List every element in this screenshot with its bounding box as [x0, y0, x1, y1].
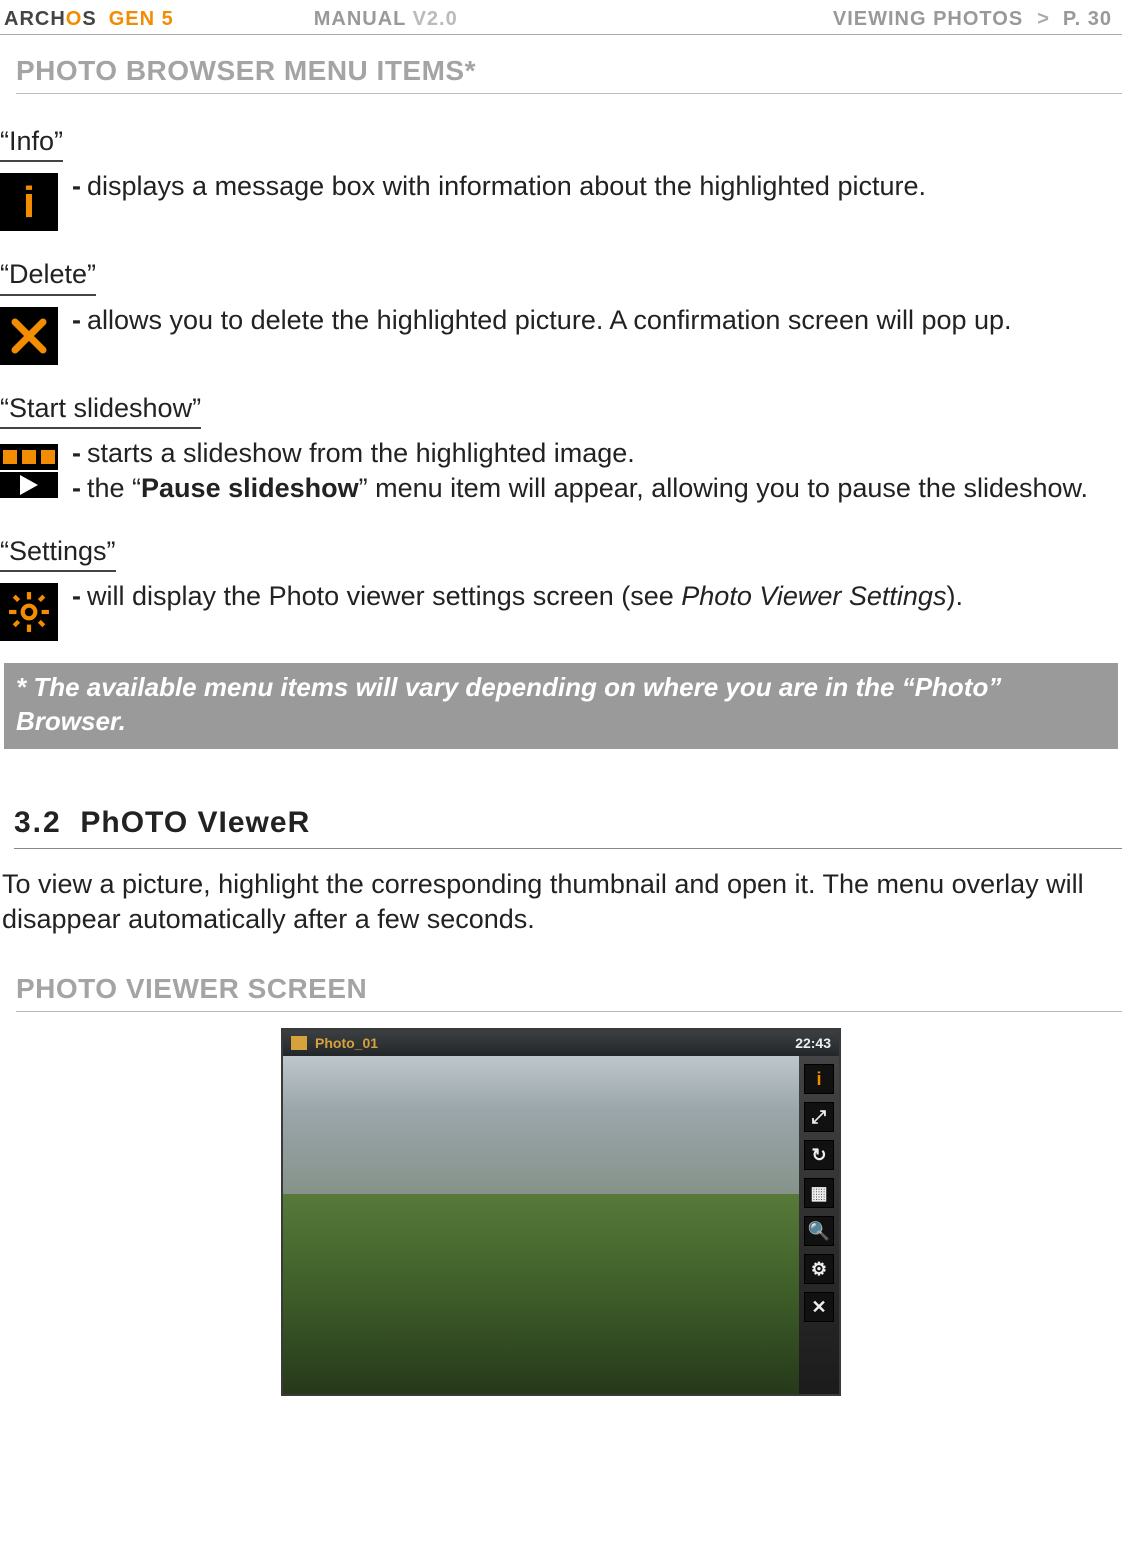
slideshow-line-1: - starts a slideshow from the highlighte…: [72, 437, 1114, 471]
delete-description: - allows you to delete the highlighted p…: [72, 304, 1122, 340]
menu-item-delete-title: “Delete”: [0, 257, 96, 295]
device-clock: 22:43: [795, 1034, 831, 1052]
page-header: ARCHOS GEN 5 MANUAL V2.0 VIEWING PHOTOS …: [0, 0, 1122, 35]
menu-item-settings-title: “Settings”: [0, 534, 116, 572]
delete-text: allows you to delete the highlighted pic…: [87, 304, 1012, 338]
slideshow-description: - starts a slideshow from the highlighte…: [72, 437, 1122, 509]
brand-logo: ARCHOS: [4, 6, 97, 32]
info-description: - displays a message box with informatio…: [72, 170, 1122, 206]
delete-line-1: - allows you to delete the highlighted p…: [72, 304, 1114, 338]
device-right-toolbar: i ⤢ ↻ ▦ 🔍 ⚙ ✕: [799, 1056, 839, 1394]
footnote-box: * The available menu items will vary dep…: [4, 663, 1118, 749]
device-title: Photo_01: [315, 1034, 378, 1052]
page-number: P. 30: [1063, 6, 1112, 32]
pause-slideshow-label: Pause slideshow: [141, 473, 359, 503]
section-number: 3.2: [14, 806, 62, 839]
toolbar-settings-icon[interactable]: ⚙: [804, 1254, 834, 1284]
device-screen: Photo_01 22:43 i ⤢ ↻ ▦ 🔍 ⚙ ✕: [281, 1028, 841, 1396]
chevron-right-icon: >: [1037, 6, 1049, 32]
brand-suffix: S: [82, 8, 96, 30]
slideshow-pre: the “: [87, 473, 141, 503]
bullet-dash: -: [72, 437, 81, 471]
bullet-dash: -: [72, 580, 81, 614]
settings-text: will display the Photo viewer settings s…: [87, 580, 963, 614]
menu-item-info: - displays a message box with informatio…: [0, 170, 1122, 231]
slideshow-text-1: starts a slideshow from the highlighted …: [87, 437, 635, 471]
photo-viewer-settings-link: Photo Viewer Settings: [681, 581, 946, 611]
menu-item-slideshow: - starts a slideshow from the highlighte…: [0, 437, 1122, 509]
menu-item-delete: - allows you to delete the highlighted p…: [0, 304, 1122, 365]
section-photo-browser-menu-items: PHOTO BROWSER MENU ITEMS*: [16, 53, 1122, 94]
photo-viewer-screenshot: Photo_01 22:43 i ⤢ ↻ ▦ 🔍 ⚙ ✕: [0, 1028, 1122, 1396]
manual-version: V2.0: [413, 8, 458, 30]
settings-post: ).: [946, 581, 963, 611]
photo-viewer-paragraph: To view a picture, highlight the corresp…: [2, 867, 1118, 937]
bullet-dash: -: [72, 170, 81, 204]
header-right: VIEWING PHOTOS > P. 30: [833, 6, 1112, 32]
settings-icon: [0, 583, 58, 641]
breadcrumb: VIEWING PHOTOS: [833, 6, 1023, 32]
settings-pre: will display the Photo viewer settings s…: [87, 581, 681, 611]
section-title: PhOTO VIeweR: [80, 806, 310, 839]
info-icon: [0, 173, 58, 231]
folder-icon: [291, 1036, 307, 1050]
bullet-dash: -: [72, 472, 81, 506]
section-photo-viewer-screen: PHOTO VIEWER SCREEN: [16, 971, 1122, 1012]
settings-line-1: - will display the Photo viewer settings…: [72, 580, 1114, 614]
toolbar-info-icon[interactable]: i: [804, 1064, 834, 1094]
toolbar-slideshow-icon[interactable]: ▦: [804, 1178, 834, 1208]
slideshow-icon: [0, 440, 58, 498]
manual-label: MANUAL V2.0: [314, 6, 458, 32]
delete-icon: [0, 307, 58, 365]
slideshow-post: ” menu item will appear, allowing you to…: [359, 473, 1088, 503]
toolbar-search-icon[interactable]: 🔍: [804, 1216, 834, 1246]
info-line-1: - displays a message box with informatio…: [72, 170, 1114, 204]
brand-o: O: [66, 8, 83, 30]
gen-label: GEN 5: [109, 6, 174, 32]
toolbar-close-icon[interactable]: ✕: [804, 1292, 834, 1322]
menu-item-info-title: “Info”: [0, 124, 63, 162]
manual-word: MANUAL: [314, 8, 406, 30]
settings-description: - will display the Photo viewer settings…: [72, 580, 1122, 616]
bullet-dash: -: [72, 304, 81, 338]
toolbar-rotate-icon[interactable]: ↻: [804, 1140, 834, 1170]
menu-item-settings: - will display the Photo viewer settings…: [0, 580, 1122, 641]
device-top-bar: Photo_01 22:43: [283, 1030, 839, 1056]
info-text: displays a message box with information …: [87, 170, 926, 204]
photo-ground: [283, 1194, 839, 1394]
menu-item-slideshow-title: “Start slideshow”: [0, 391, 201, 429]
slideshow-line-2: - the “Pause slideshow” menu item will a…: [72, 472, 1114, 506]
section-3-2-photo-viewer: 3.2 PhOTO VIeweR: [14, 803, 1122, 849]
toolbar-zoom-icon[interactable]: ⤢: [804, 1102, 834, 1132]
slideshow-text-2: the “Pause slideshow” menu item will app…: [87, 472, 1088, 506]
brand-prefix: ARCH: [4, 8, 66, 30]
